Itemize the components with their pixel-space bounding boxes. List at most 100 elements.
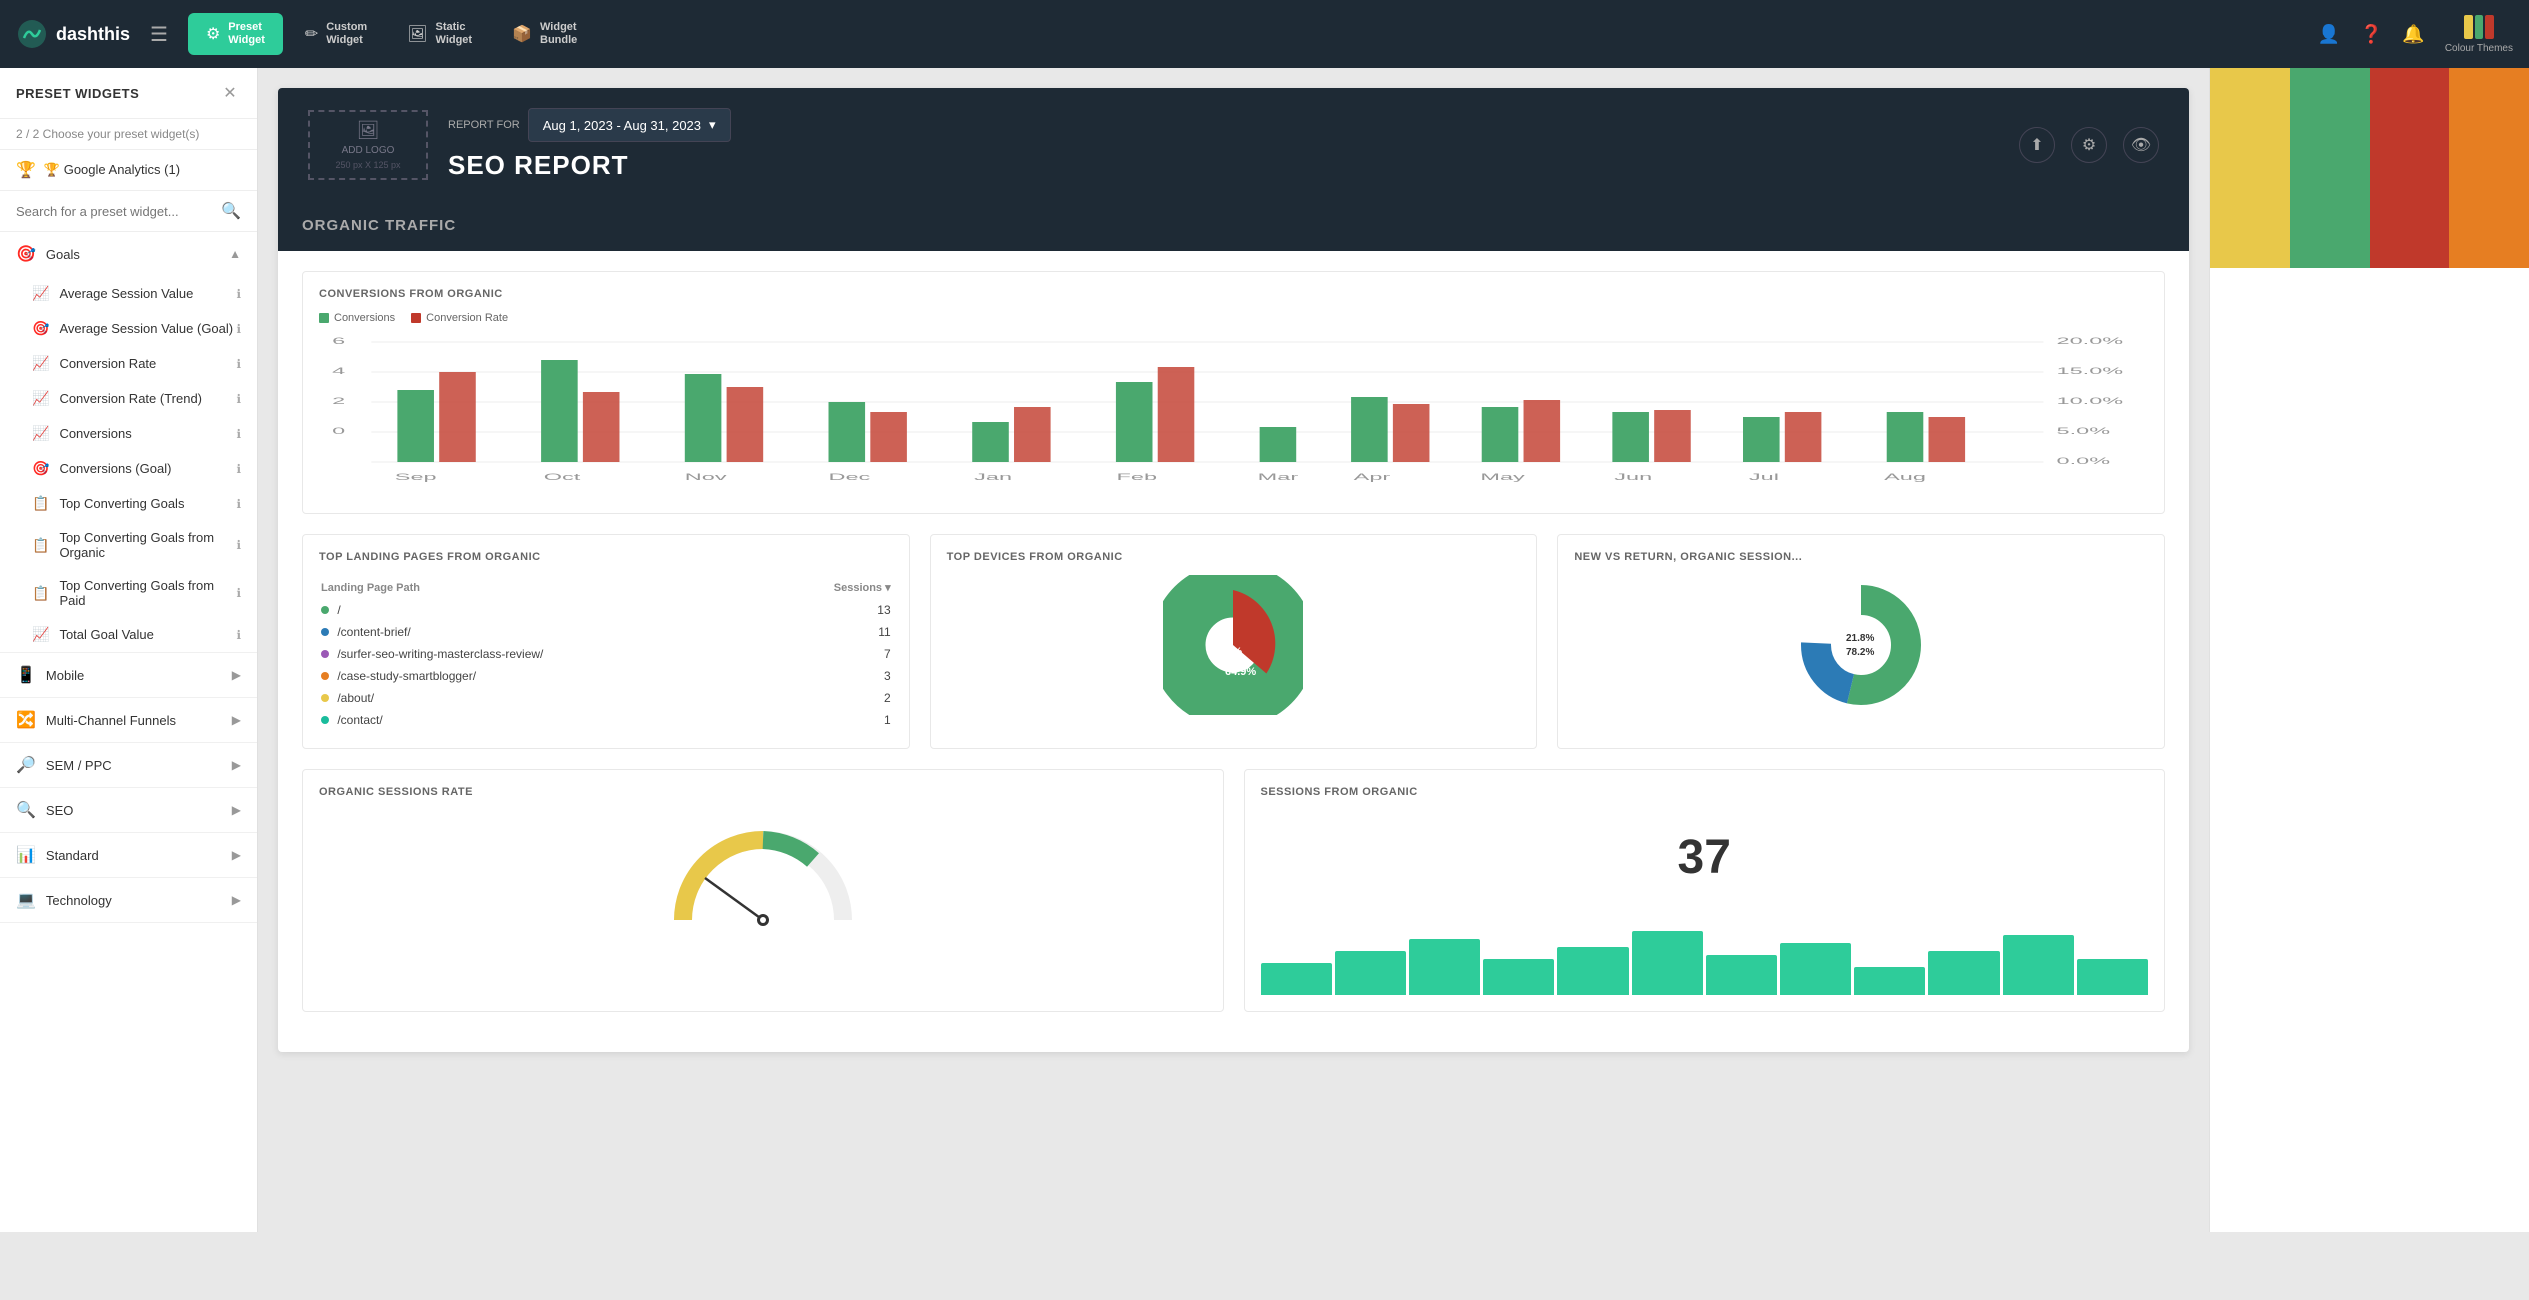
list-item[interactable]: 🎯 Conversions (Goal) ℹ [0,451,257,486]
report-header: 🖼 ADD LOGO 250 px X 125 px REPORT FOR Au… [278,88,2189,201]
multichannel-section-header[interactable]: 🔀 Multi-Channel Funnels ▶ [0,698,257,742]
trend-icon: 📈 [32,390,49,407]
sidebar-item-top-converting-organic[interactable]: 📋 Top Converting Goals from Organic ℹ [0,521,257,569]
svg-text:Oct: Oct [544,472,581,482]
organic-traffic-section: ORGANIC TRAFFIC [278,201,2189,251]
preset-widgets-sidebar: PRESET WIDGETS ✕ 2 / 2 Choose your prese… [0,68,258,1232]
goal-icon: 🎯 [32,460,49,477]
info-icon[interactable]: ℹ [236,322,241,336]
chevron-down-icon: ▾ [709,117,716,133]
help-icon[interactable]: ❓ [2360,24,2382,45]
svg-text:Feb: Feb [1117,472,1158,482]
info-icon[interactable]: ℹ [236,586,241,600]
svg-text:0.0%: 0.0% [2057,456,2111,466]
preset-icon: ⚙ [206,24,220,44]
technology-section-header[interactable]: 💻 Technology ▶ [0,878,257,922]
list-icon: 📋 [32,537,49,554]
svg-text:78.2%: 78.2% [1846,647,1874,658]
landing-page-path: /content-brief/ [337,625,410,639]
top-navigation: dashthis ☰ ⚙ Preset Widget ✏ Custom Widg… [0,0,2529,68]
organic-sessions-rate-widget: ORGANIC SESSIONS RATE [302,769,1224,1012]
svg-text:35.1%: 35.1% [1211,646,1242,658]
nav-right-actions: 👤 ❓ 🔔 Colour Themes [2318,15,2513,54]
table-row: / 13 [321,600,891,620]
row-color-dot [321,606,329,614]
tab-static-widget[interactable]: 🖼 Static Widget [389,13,490,55]
devices-pie-chart: 35.1% 64.9% [947,575,1521,715]
organic-sessions-rate-title: ORGANIC SESSIONS RATE [319,786,1207,798]
sidebar-section-multichannel: 🔀 Multi-Channel Funnels ▶ [0,698,257,743]
table-row: /contact/ 1 [321,710,891,730]
table-row: /content-brief/ 11 [321,622,891,642]
date-range-selector[interactable]: Aug 1, 2023 - Aug 31, 2023 ▾ [528,108,731,142]
conversions-chart-title: CONVERSIONS FROM ORGANIC [319,288,2148,300]
info-icon[interactable]: ℹ [236,357,241,371]
info-icon[interactable]: ℹ [236,392,241,406]
goals-section-header[interactable]: 🎯 Goals ▲ [0,232,257,276]
goals-items-list: 📈 Average Session Value ℹ 🎯 Average Sess… [0,276,257,652]
tab-widget-bundle[interactable]: 📦 Widget Bundle [494,13,595,55]
colour-themes-label: Colour Themes [2445,43,2513,54]
svg-text:Dec: Dec [829,472,871,482]
info-icon[interactable]: ℹ [236,427,241,441]
list-item[interactable]: 🎯 Average Session Value (Goal) ℹ [0,311,257,346]
custom-icon: ✏ [305,24,318,44]
sidebar-item-top-converting-goals[interactable]: 📋 Top Converting Goals ℹ [0,486,257,521]
close-button[interactable]: ✕ [219,82,241,104]
middle-row: TOP LANDING PAGES FROM ORGANIC Landing P… [302,534,2165,749]
chart-legend: Conversions Conversion Rate [319,312,2148,324]
sidebar-item-top-converting-paid[interactable]: 📋 Top Converting Goals from Paid ℹ [0,569,257,617]
sidebar-section-mobile: 📱 Mobile ▶ [0,653,257,698]
tab-preset-widget[interactable]: ⚙ Preset Widget [188,13,283,55]
colour-themes-button[interactable]: Colour Themes [2445,15,2513,54]
colour-swatches-bar [2210,68,2529,268]
seo-section-header[interactable]: 🔍 SEO ▶ [0,788,257,832]
table-row: /case-study-smartblogger/ 3 [321,666,891,686]
svg-text:2: 2 [332,396,345,406]
settings-button[interactable]: ⚙ [2071,127,2107,163]
sidebar-item-conversion-rate[interactable]: 📈 Conversion Rate ℹ [0,346,257,381]
tab-custom-widget[interactable]: ✏ Custom Widget [287,13,385,55]
info-icon[interactable]: ℹ [236,497,241,511]
sidebar-item-conversions[interactable]: 📈 Conversions ℹ [0,416,257,451]
sem-section-header[interactable]: 🔎 SEM / PPC ▶ [0,743,257,787]
avatar-icon[interactable]: 👤 [2318,24,2340,45]
swatch-green [2290,68,2370,268]
row-color-dot [321,672,329,680]
technology-chevron-icon: ▶ [232,893,241,907]
list-item[interactable]: 📈 Conversion Rate (Trend) ℹ [0,381,257,416]
info-icon[interactable]: ℹ [236,538,241,552]
sessions-value: 2 [775,688,891,708]
eye-button[interactable]: 👁 [2123,127,2159,163]
list-icon: 📋 [32,585,49,602]
svg-text:0: 0 [332,426,345,436]
menu-icon[interactable]: ☰ [150,22,168,47]
info-icon[interactable]: ℹ [236,628,241,642]
search-input[interactable] [16,204,213,219]
dashthis-logo-icon [16,18,48,50]
conversions-from-organic-widget: CONVERSIONS FROM ORGANIC Conversions Con… [302,271,2165,514]
info-icon[interactable]: ℹ [236,287,241,301]
sidebar-title: PRESET WIDGETS [16,86,139,101]
dashboard-grid: CONVERSIONS FROM ORGANIC Conversions Con… [278,251,2189,1052]
mobile-icon: 📱 [16,665,36,685]
svg-text:Apr: Apr [1354,472,1391,482]
sidebar-header: PRESET WIDGETS ✕ [0,68,257,119]
logo-placeholder[interactable]: 🖼 ADD LOGO 250 px X 125 px [308,110,428,180]
sort-icon[interactable]: ▾ [885,582,891,594]
list-item[interactable]: 📈 Average Session Value ℹ [0,276,257,311]
goals-chevron-icon: ▲ [229,247,241,261]
sidebar-source: 🏆 🏆 Google Analytics (1) [0,150,257,191]
mobile-section-header[interactable]: 📱 Mobile ▶ [0,653,257,697]
seo-icon: 🔍 [16,800,36,820]
notifications-icon[interactable]: 🔔 [2402,24,2424,45]
sessions-value: 3 [775,666,891,686]
app-logo[interactable]: dashthis [16,18,130,50]
sem-icon: 🔎 [16,755,36,775]
search-icon[interactable]: 🔍 [221,201,241,221]
standard-section-header[interactable]: 📊 Standard ▶ [0,833,257,877]
list-item[interactable]: 📈 Total Goal Value ℹ [0,617,257,652]
share-button[interactable]: ⬆ [2019,127,2055,163]
info-icon[interactable]: ℹ [236,462,241,476]
goals-label: Goals [46,247,80,262]
